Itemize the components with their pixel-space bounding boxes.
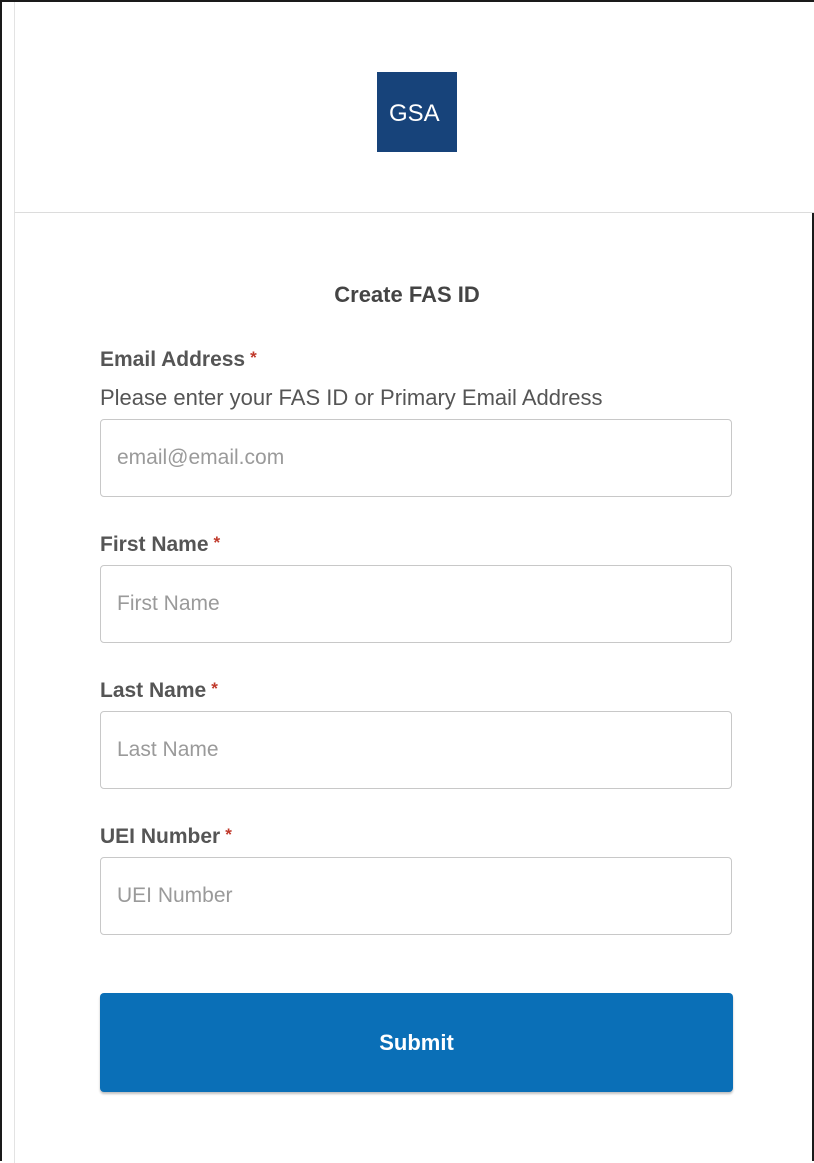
email-help-text: Please enter your FAS ID or Primary Emai…: [100, 385, 603, 410]
last-name-label: Last Name: [100, 679, 207, 702]
email-field[interactable]: [100, 419, 732, 497]
required-indicator: *: [213, 533, 221, 552]
gsa-logo: GSA: [377, 72, 457, 152]
first-name-field[interactable]: [100, 565, 732, 643]
uei-number-label-row: UEI Number *: [100, 825, 232, 849]
required-indicator: *: [211, 679, 218, 698]
email-label: Email Address: [100, 348, 246, 371]
page-title: Create FAS ID: [334, 282, 480, 307]
uei-number-label: UEI Number: [100, 825, 221, 848]
required-indicator: *: [250, 348, 257, 367]
gsa-logo-mark: GSA: [389, 100, 440, 127]
page-header: GSA: [14, 2, 814, 213]
last-name-field[interactable]: [100, 711, 732, 789]
last-name-label-row: Last Name *: [100, 679, 218, 703]
logo-text: GSA: [389, 100, 440, 127]
first-name-label: First Name: [100, 533, 209, 556]
email-label-row: Email Address *: [100, 348, 257, 372]
required-indicator: *: [225, 825, 232, 844]
submit-button[interactable]: Submit: [100, 993, 733, 1092]
first-name-label-row: First Name *: [100, 533, 220, 557]
uei-number-field[interactable]: [100, 857, 732, 935]
